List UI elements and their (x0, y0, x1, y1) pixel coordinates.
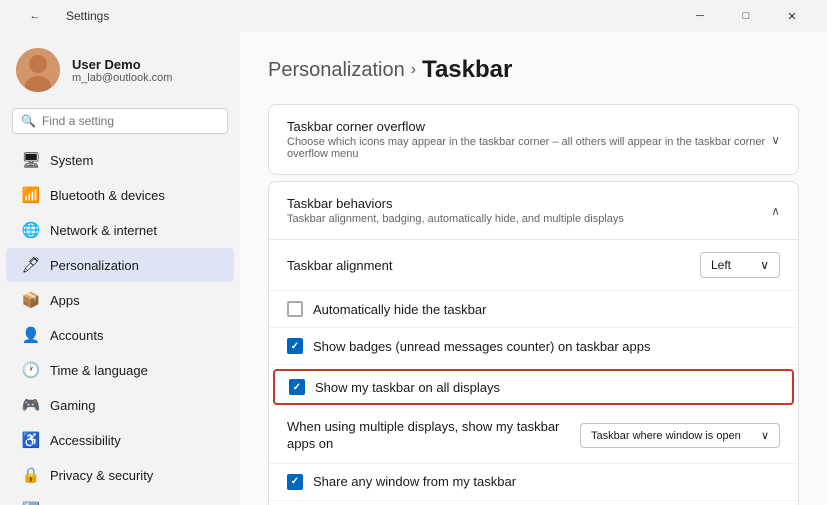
sidebar-item-label-accessibility: Accessibility (50, 433, 121, 448)
taskbar-alignment-value: Left (711, 258, 731, 272)
sidebar-item-label-personalization: Personalization (50, 258, 139, 273)
sidebar-item-gaming[interactable]: 🎮 Gaming (6, 388, 234, 422)
sidebar-item-label-privacy: Privacy & security (50, 468, 153, 483)
show-badges-checkbox[interactable] (287, 338, 303, 354)
user-profile[interactable]: User Demo m_lab@outlook.com (0, 40, 240, 108)
sidebar-item-apps[interactable]: 📦 Apps (6, 283, 234, 317)
system-icon: 🖥 (22, 151, 40, 169)
page-header: Personalization › Taskbar (268, 56, 799, 84)
accounts-icon: 👤 (22, 326, 40, 344)
apps-icon: 📦 (22, 291, 40, 309)
sidebar-item-label-system: System (50, 153, 93, 168)
page-title: Taskbar (422, 56, 512, 84)
sidebar-item-time[interactable]: 🕐 Time & language (6, 353, 234, 387)
bluetooth-icon: 📶 (22, 186, 40, 204)
sidebar-item-personalization[interactable]: 🖊 Personalization (6, 248, 234, 282)
show-badges-row: Show badges (unread messages counter) on… (269, 328, 798, 365)
multiple-display-label: When using multiple displays, show my ta… (287, 419, 580, 453)
sidebar-item-label-network: Network & internet (50, 223, 157, 238)
gaming-icon: 🎮 (22, 396, 40, 414)
share-window-label: Share any window from my taskbar (313, 474, 516, 489)
sidebar: User Demo m_lab@outlook.com 🔍 🖥 System 📶… (0, 32, 240, 505)
sidebar-item-label-accounts: Accounts (50, 328, 103, 343)
taskbar-behaviors-title: Taskbar behaviors (287, 196, 624, 211)
sidebar-item-accounts[interactable]: 👤 Accounts (6, 318, 234, 352)
taskbar-corner-overflow-title: Taskbar corner overflow (287, 119, 771, 134)
sidebar-item-system[interactable]: 🖥 System (6, 143, 234, 177)
sidebar-item-bluetooth[interactable]: 📶 Bluetooth & devices (6, 178, 234, 212)
user-name: User Demo (72, 57, 172, 72)
show-all-displays-checkbox[interactable] (289, 379, 305, 395)
breadcrumb-chevron: › (411, 61, 416, 79)
windows-update-icon: 🔄 (22, 501, 40, 505)
network-icon: 🌐 (22, 221, 40, 239)
sidebar-item-label-gaming: Gaming (50, 398, 96, 413)
taskbar-behaviors-header[interactable]: Taskbar behaviors Taskbar alignment, bad… (269, 182, 798, 239)
taskbar-alignment-dropdown[interactable]: Left ∨ (700, 252, 780, 278)
sidebar-item-label-time: Time & language (50, 363, 148, 378)
personalization-icon: 🖊 (22, 256, 40, 274)
sidebar-item-accessibility[interactable]: ♿ Accessibility (6, 423, 234, 457)
show-all-displays-row: Show my taskbar on all displays (273, 369, 794, 405)
close-button[interactable]: ✕ (769, 0, 815, 32)
privacy-icon: 🔒 (22, 466, 40, 484)
sidebar-item-windows-update[interactable]: 🔄 Windows Update (6, 493, 234, 505)
time-icon: 🕐 (22, 361, 40, 379)
sidebar-item-privacy[interactable]: 🔒 Privacy & security (6, 458, 234, 492)
back-button[interactable]: ← (12, 0, 58, 32)
breadcrumb-parent: Personalization (268, 59, 405, 82)
chevron-up-icon: ∧ (771, 204, 780, 218)
taskbar-corner-overflow-subtitle: Choose which icons may appear in the tas… (287, 136, 771, 160)
user-email: m_lab@outlook.com (72, 72, 172, 84)
show-all-displays-label: Show my taskbar on all displays (315, 380, 500, 395)
user-info: User Demo m_lab@outlook.com (72, 57, 172, 84)
taskbar-corner-overflow-section: Taskbar corner overflow Choose which ico… (268, 104, 799, 175)
show-badges-label: Show badges (unread messages counter) on… (313, 339, 650, 354)
sidebar-item-label-apps: Apps (50, 293, 80, 308)
share-window-row: Share any window from my taskbar (269, 464, 798, 501)
window-controls: ─ □ ✕ (677, 0, 815, 32)
multiple-display-row: When using multiple displays, show my ta… (269, 409, 798, 464)
sidebar-item-label-bluetooth: Bluetooth & devices (50, 188, 165, 203)
search-box[interactable]: 🔍 (12, 108, 228, 134)
taskbar-corner-overflow-header[interactable]: Taskbar corner overflow Choose which ico… (269, 105, 798, 174)
dropdown-chevron-icon: ∨ (760, 258, 769, 272)
avatar (16, 48, 60, 92)
auto-hide-checkbox[interactable] (287, 301, 303, 317)
taskbar-behaviors-section: Taskbar behaviors Taskbar alignment, bad… (268, 181, 799, 505)
chevron-down-icon: ∨ (771, 133, 780, 147)
taskbar-alignment-row: Taskbar alignment Left ∨ (269, 240, 798, 291)
minimize-button[interactable]: ─ (677, 0, 723, 32)
title-bar-title: Settings (66, 9, 109, 23)
taskbar-behaviors-subtitle: Taskbar alignment, badging, automaticall… (287, 213, 624, 225)
nav-list: 🖥 System 📶 Bluetooth & devices 🌐 Network… (0, 142, 240, 505)
auto-hide-label: Automatically hide the taskbar (313, 302, 486, 317)
multiple-display-value: Taskbar where window is open (591, 430, 741, 442)
app-body: User Demo m_lab@outlook.com 🔍 🖥 System 📶… (0, 32, 827, 505)
search-input[interactable] (42, 114, 219, 128)
search-icon: 🔍 (21, 114, 36, 128)
sidebar-item-network[interactable]: 🌐 Network & internet (6, 213, 234, 247)
maximize-button[interactable]: □ (723, 0, 769, 32)
show-desktop-row: Select the far corner of the taskbar to … (269, 501, 798, 505)
share-window-checkbox[interactable] (287, 474, 303, 490)
main-content: Personalization › Taskbar Taskbar corner… (240, 32, 827, 505)
multiple-display-dropdown-chevron-icon: ∨ (761, 429, 769, 442)
multiple-display-dropdown[interactable]: Taskbar where window is open ∨ (580, 423, 780, 448)
accessibility-icon: ♿ (22, 431, 40, 449)
title-bar: ← Settings ─ □ ✕ (0, 0, 827, 32)
taskbar-alignment-label: Taskbar alignment (287, 258, 393, 273)
auto-hide-row: Automatically hide the taskbar (269, 291, 798, 328)
